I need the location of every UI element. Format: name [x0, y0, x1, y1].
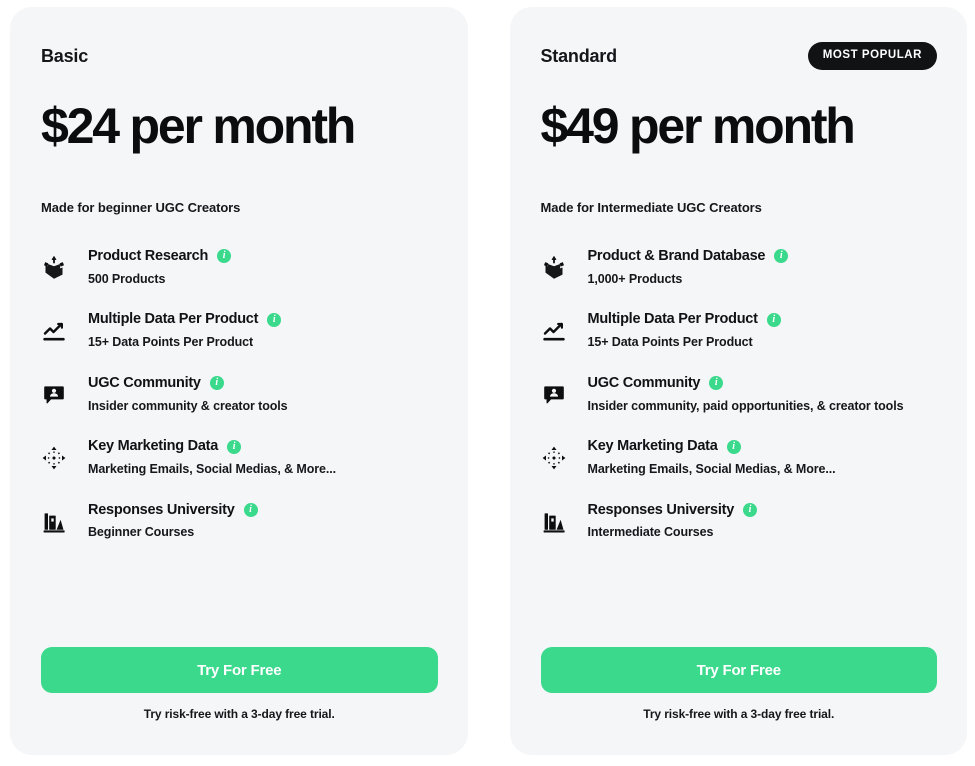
plan-name: Standard — [540, 45, 618, 66]
feature-row: UGC Community i Insider community, paid op… — [541, 364, 938, 427]
feature-body: Multiple Data Per Product i 15+ Data Point… — [88, 311, 282, 351]
info-icon[interactable]: i — [766, 312, 781, 327]
feature-title: Key Marketing Data — [587, 438, 718, 455]
feature-title: Responses University — [88, 501, 235, 518]
feature-title: Multiple Data Per Product — [587, 311, 758, 328]
feature-list: Product Research i 500 Products Multiple Da… — [41, 237, 438, 647]
feature-title-line: UGC Community i — [588, 375, 904, 392]
package-box-icon — [41, 255, 67, 281]
most-popular-badge: MOST POPULAR — [807, 41, 937, 71]
feature-row: UGC Community i Insider community & creato… — [41, 364, 438, 427]
feature-subtitle: Marketing Emails, Social Medias, & More.… — [587, 461, 836, 476]
try-for-free-button[interactable]: Try For Free — [41, 647, 438, 693]
feature-title-line: Product Research i — [88, 248, 232, 265]
feature-title-line: Product & Brand Database i — [588, 248, 789, 265]
feature-row: Responses University i Beginner Courses — [41, 491, 438, 554]
feature-title: Product & Brand Database — [587, 248, 766, 264]
feature-list: Product & Brand Database i 1,000+ Products… — [541, 237, 938, 647]
university-building-icon — [541, 509, 567, 535]
plan-name: Basic — [41, 45, 89, 66]
feature-title-line: Multiple Data Per Product i — [588, 311, 781, 328]
feature-row: Key Marketing Data i Marketing Emails, Soc… — [541, 427, 938, 490]
feature-title-line: Key Marketing Data i — [88, 438, 336, 455]
feature-title: UGC Community — [587, 374, 701, 391]
university-building-icon — [41, 509, 67, 535]
feature-body: Product & Brand Database i 1,000+ Products — [588, 248, 789, 288]
plan-price: $49 per month — [540, 98, 856, 154]
plan-tagline: Made for beginner UGC Creators — [41, 200, 241, 215]
feature-subtitle: 15+ Data Points Per Product — [88, 335, 254, 350]
plan-card-basic: Basic $24 per month Made for beginner UGC … — [10, 7, 468, 755]
chat-person-icon — [41, 382, 67, 408]
feature-body: Key Marketing Data i Marketing Emails, Soc… — [588, 438, 836, 478]
feature-title-line: Responses University i — [588, 502, 758, 519]
info-icon[interactable]: i — [267, 312, 282, 327]
feature-title: Product Research — [88, 248, 209, 264]
feature-subtitle: Beginner Courses — [88, 525, 195, 540]
feature-row: Multiple Data Per Product i 15+ Data Point… — [541, 300, 938, 363]
feature-body: Responses University i Beginner Courses — [88, 502, 258, 542]
free-trial-note: Try risk-free with a 3-day free trial. — [643, 707, 835, 721]
feature-body: Key Marketing Data i Marketing Emails, Soc… — [88, 438, 336, 478]
info-icon[interactable]: i — [726, 439, 741, 454]
info-icon[interactable]: i — [774, 249, 789, 264]
cta-zone: Try For Free Try risk-free with a 3-day f… — [41, 647, 438, 755]
feature-title: Key Marketing Data — [88, 438, 219, 455]
feature-title: UGC Community — [88, 374, 201, 391]
info-icon[interactable]: i — [243, 503, 258, 518]
chat-person-icon — [541, 382, 567, 408]
feature-title-line: Responses University i — [88, 502, 258, 519]
info-icon[interactable]: i — [217, 249, 232, 264]
info-icon[interactable]: i — [709, 376, 724, 391]
feature-body: Responses University i Intermediate Course… — [588, 502, 758, 542]
try-for-free-button[interactable]: Try For Free — [540, 647, 937, 693]
plan-header: Standard MOST POPULAR — [540, 41, 937, 71]
feature-row: Key Marketing Data i Marketing Emails, Soc… — [41, 427, 438, 490]
feature-subtitle: Insider community, paid opportunities, &… — [587, 398, 904, 413]
plan-price: $24 per month — [41, 98, 356, 154]
free-trial-note: Try risk-free with a 3-day free trial. — [143, 707, 335, 721]
feature-subtitle: 15+ Data Points Per Product — [587, 335, 753, 350]
package-box-icon — [541, 255, 567, 281]
feature-title: Responses University — [587, 501, 735, 518]
feature-subtitle: 1,000+ Products — [587, 271, 683, 286]
feature-subtitle: Intermediate Courses — [587, 525, 714, 540]
feature-title: Multiple Data Per Product — [88, 311, 259, 328]
feature-subtitle: Marketing Emails, Social Medias, & More.… — [88, 461, 336, 476]
feature-title-line: Multiple Data Per Product i — [88, 311, 282, 328]
feature-subtitle: Insider community & creator tools — [88, 398, 288, 413]
feature-row: Multiple Data Per Product i 15+ Data Point… — [41, 300, 438, 363]
feature-body: UGC Community i Insider community & creato… — [88, 375, 288, 415]
line-chart-icon — [541, 319, 567, 345]
info-icon[interactable]: i — [743, 503, 758, 518]
feature-title-line: Key Marketing Data i — [588, 438, 836, 455]
feature-body: Multiple Data Per Product i 15+ Data Point… — [588, 311, 781, 351]
info-icon[interactable]: i — [227, 439, 242, 454]
plan-header: Basic — [41, 41, 438, 71]
feature-subtitle: 500 Products — [88, 271, 166, 286]
plan-tagline: Made for Intermediate UGC Creators — [540, 200, 762, 215]
feature-row: Responses University i Intermediate Course… — [541, 491, 938, 554]
cta-zone: Try For Free Try risk-free with a 3-day f… — [540, 647, 937, 755]
feature-body: UGC Community i Insider community, paid op… — [588, 375, 904, 415]
line-chart-icon — [41, 319, 67, 345]
four-arrows-icon — [41, 445, 67, 471]
plan-card-standard: Standard MOST POPULAR $49 per month Made fo… — [509, 7, 967, 755]
info-icon[interactable]: i — [209, 376, 224, 391]
feature-row: Product & Brand Database i 1,000+ Products — [541, 237, 938, 300]
feature-body: Product Research i 500 Products — [88, 248, 232, 288]
four-arrows-icon — [541, 445, 567, 471]
pricing-plans-container: Basic $24 per month Made for beginner UGC … — [0, 0, 975, 766]
feature-row: Product Research i 500 Products — [41, 237, 438, 300]
feature-title-line: UGC Community i — [88, 375, 288, 392]
